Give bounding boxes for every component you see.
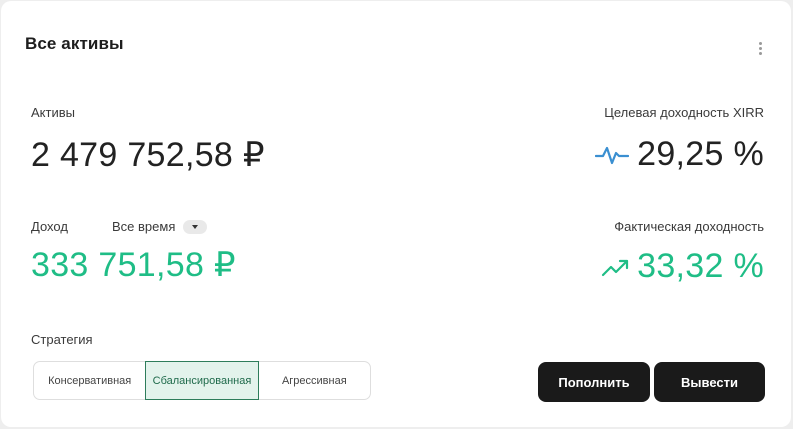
target-yield-label: Целевая доходность XIRR xyxy=(604,105,764,120)
period-dropdown-label: Все время xyxy=(112,219,176,234)
assets-value: 2 479 752,58 ₽ xyxy=(31,136,265,174)
assets-card: Все активы Активы 2 479 752,58 ₽ Целевая… xyxy=(1,1,791,427)
strategy-option-conservative[interactable]: Консервативная xyxy=(34,362,145,399)
trending-up-icon xyxy=(602,259,629,276)
actual-yield-label: Фактическая доходность xyxy=(614,219,764,234)
pulse-icon xyxy=(595,146,630,164)
income-value: 333 751,58 ₽ xyxy=(31,246,236,284)
strategy-selector: Консервативная Сбалансированная Агрессив… xyxy=(33,361,371,400)
withdraw-button[interactable]: Вывести xyxy=(654,362,765,402)
period-dropdown[interactable]: Все время xyxy=(112,219,208,234)
chevron-down-icon[interactable] xyxy=(183,219,208,234)
strategy-option-balanced[interactable]: Сбалансированная xyxy=(145,361,259,400)
actual-yield-value: 33,32 % xyxy=(637,247,764,285)
actual-yield: 33,32 % xyxy=(601,247,764,286)
target-yield-value: 29,25 % xyxy=(637,135,764,173)
strategy-option-aggressive[interactable]: Агрессивная xyxy=(259,362,370,399)
target-yield: 29,25 % xyxy=(595,135,764,174)
income-label: Доход xyxy=(31,219,68,234)
card-title: Все активы xyxy=(25,34,124,53)
strategy-label: Стратегия xyxy=(31,332,93,347)
assets-label: Активы xyxy=(31,105,75,120)
more-options-icon[interactable] xyxy=(750,37,770,59)
top-up-button[interactable]: Пополнить xyxy=(538,362,650,402)
